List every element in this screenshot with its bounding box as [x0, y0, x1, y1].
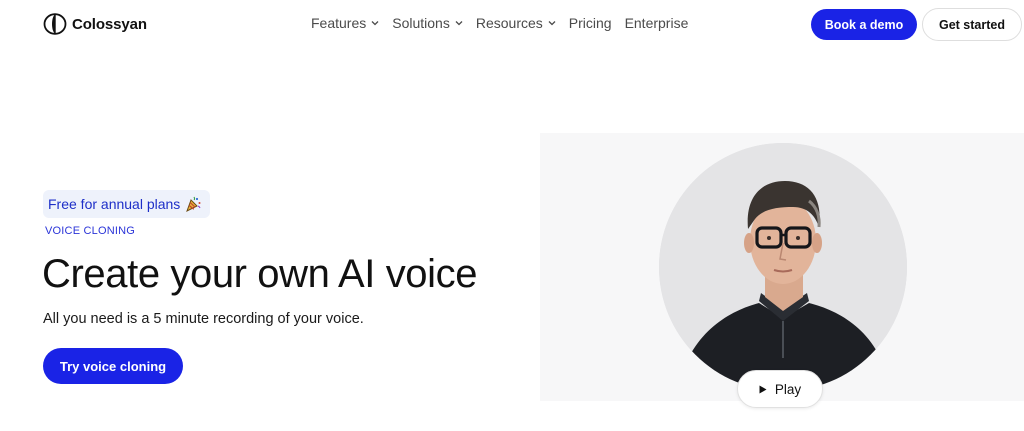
chevron-down-icon [548, 20, 556, 26]
nav-item-label: Solutions [392, 15, 450, 31]
nav-item-label: Pricing [568, 15, 612, 31]
nav-item-pricing[interactable]: Pricing [569, 15, 612, 31]
chevron-down-icon [455, 20, 463, 26]
promo-badge-text: Free for annual plans [48, 196, 181, 212]
nav-item-features[interactable]: Features [311, 15, 379, 31]
party-popper-icon [186, 196, 201, 213]
brand-logo[interactable]: Colossyan [43, 13, 147, 35]
book-demo-button[interactable]: Book a demo [811, 9, 917, 40]
site-header: Colossyan Features Solutions Resources P… [0, 0, 1024, 48]
nav-item-label: Enterprise [624, 15, 689, 31]
nav-item-label: Features [311, 15, 367, 31]
play-icon [759, 385, 767, 393]
presenter-portrait-image [659, 143, 907, 391]
try-voice-cloning-button[interactable]: Try voice cloning [43, 348, 183, 384]
hero-subtext: All you need is a 5 minute recording of … [43, 311, 364, 327]
play-button-label: Play [774, 381, 802, 397]
nav-item-resources[interactable]: Resources [476, 15, 556, 31]
presenter-avatar [659, 143, 907, 391]
chevron-down-icon [371, 20, 379, 26]
promo-badge: Free for annual plans [43, 190, 211, 218]
nav-item-label: Resources [475, 15, 543, 31]
colossyan-logo-icon [43, 13, 67, 35]
brand-name: Colossyan [72, 15, 147, 33]
section-eyebrow: VOICE CLONING [45, 225, 136, 237]
main-nav: Features Solutions Resources Pricing Ent… [311, 15, 701, 31]
nav-item-enterprise[interactable]: Enterprise [625, 15, 689, 31]
nav-item-solutions[interactable]: Solutions [392, 15, 463, 31]
play-button[interactable]: Play [737, 370, 823, 408]
get-started-button[interactable]: Get started [922, 8, 1022, 41]
page-title: Create your own AI voice [42, 252, 478, 296]
